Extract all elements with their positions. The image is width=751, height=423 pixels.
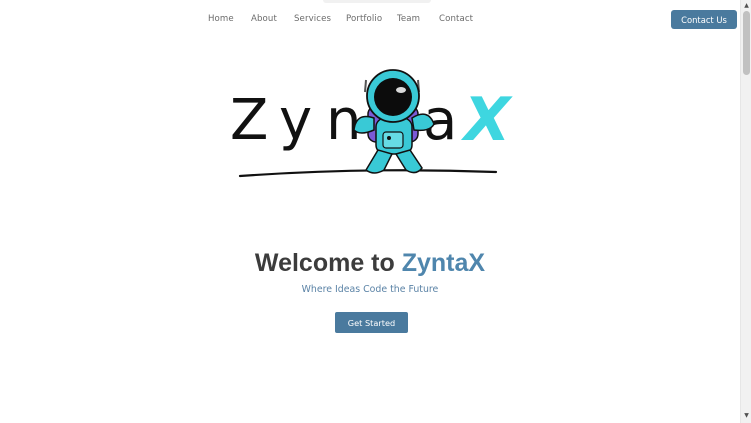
nav-team[interactable]: Team [397,14,420,24]
nav-about[interactable]: About [251,14,277,24]
page: Home About Services Portfolio Team Conta… [0,0,740,423]
scroll-down-arrow-icon[interactable]: ▼ [741,412,751,420]
main-nav: Home About Services Portfolio Team Conta… [0,14,740,28]
nav-services[interactable]: Services [294,14,331,24]
zyntax-logo: Z y n a X [228,66,518,184]
nav-contact[interactable]: Contact [439,14,473,24]
hero-title-prefix: Welcome to [254,249,395,277]
scroll-thumb[interactable] [743,11,750,75]
contact-us-button[interactable]: Contact Us [671,10,737,29]
nav-portfolio[interactable]: Portfolio [346,14,382,24]
top-sliver [323,0,431,3]
hero-subtitle: Where Ideas Code the Future [301,284,439,295]
vertical-scrollbar[interactable]: ▲ ▼ [740,0,751,423]
astronaut-icon [238,69,498,178]
get-started-button[interactable]: Get Started [335,312,408,333]
scroll-up-arrow-icon[interactable]: ▲ [741,2,751,10]
nav-home[interactable]: Home [208,14,234,24]
hero-title: Welcome to ZyntaX [0,249,740,278]
hero-title-accent: ZyntaX [401,249,486,277]
